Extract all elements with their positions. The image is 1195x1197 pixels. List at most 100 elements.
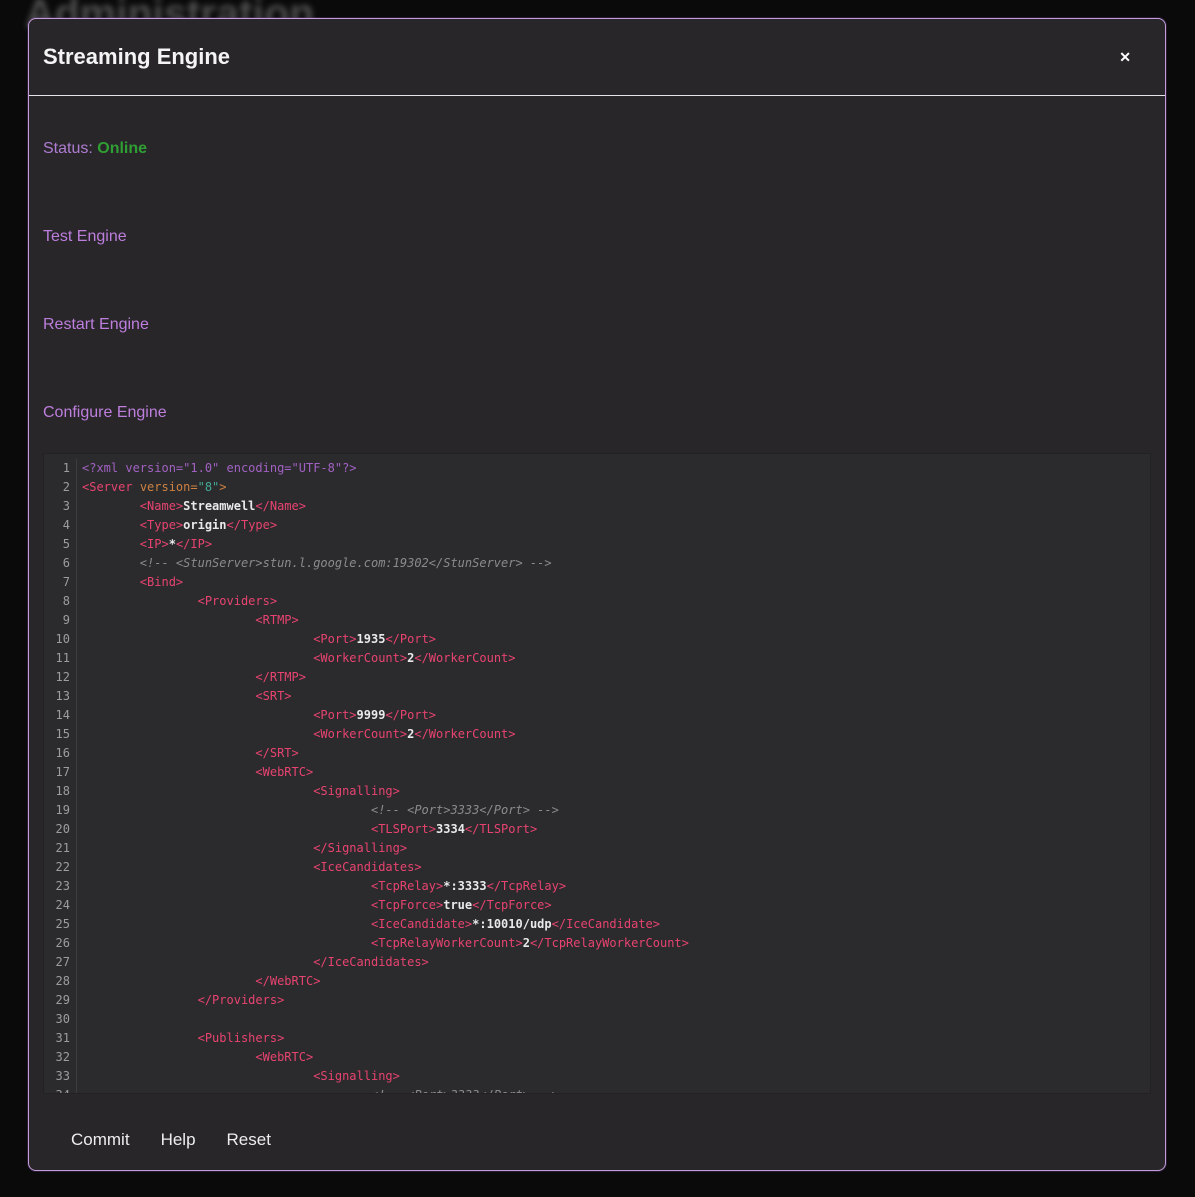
configure-engine-link[interactable]: Configure Engine (43, 403, 167, 422)
code-line[interactable]: 4 <Type>origin</Type> (44, 516, 1150, 535)
line-content[interactable]: <TcpForce>true</TcpForce> (77, 896, 552, 915)
line-number: 23 (44, 877, 77, 896)
line-content[interactable]: </IceCandidates> (77, 953, 429, 972)
line-content[interactable]: <IP>*</IP> (77, 535, 212, 554)
code-line[interactable]: 20 <TLSPort>3334</TLSPort> (44, 820, 1150, 839)
line-content[interactable]: <Type>origin</Type> (77, 516, 277, 535)
line-content[interactable]: <Providers> (77, 592, 277, 611)
code-token: *:3333 (443, 879, 486, 893)
help-button[interactable]: Help (161, 1130, 196, 1149)
code-line[interactable]: 8 <Providers> (44, 592, 1150, 611)
code-line[interactable]: 25 <IceCandidate>*:10010/udp</IceCandida… (44, 915, 1150, 934)
code-line[interactable]: 24 <TcpForce>true</TcpForce> (44, 896, 1150, 915)
line-number: 3 (44, 497, 77, 516)
code-token: </WorkerCount> (414, 651, 515, 665)
code-line[interactable]: 30 (44, 1010, 1150, 1029)
code-token: 1935 (357, 632, 386, 646)
code-line[interactable]: 7 <Bind> (44, 573, 1150, 592)
code-line[interactable]: 11 <WorkerCount>2</WorkerCount> (44, 649, 1150, 668)
line-content[interactable] (77, 1010, 82, 1029)
line-content[interactable]: <TcpRelayWorkerCount>2</TcpRelayWorkerCo… (77, 934, 689, 953)
line-content[interactable]: <IceCandidates> (77, 858, 422, 877)
line-content[interactable]: <Signalling> (77, 782, 400, 801)
code-line[interactable]: 6 <!-- <StunServer>stun.l.google.com:193… (44, 554, 1150, 573)
line-content[interactable]: <WorkerCount>2</WorkerCount> (77, 725, 516, 744)
line-content[interactable]: <!-- <StunServer>stun.l.google.com:19302… (77, 554, 552, 573)
line-content[interactable]: <!-- <Port>3333</Port> --> (77, 801, 559, 820)
code-line[interactable]: 23 <TcpRelay>*:3333</TcpRelay> (44, 877, 1150, 896)
line-content[interactable]: <WorkerCount>2</WorkerCount> (77, 649, 516, 668)
code-line[interactable]: 18 <Signalling> (44, 782, 1150, 801)
line-number: 32 (44, 1048, 77, 1067)
code-line[interactable]: 34 <!-- <Port>3333</Port> --> (44, 1086, 1150, 1094)
line-content[interactable]: <Name>Streamwell</Name> (77, 497, 306, 516)
line-content[interactable]: <Publishers> (77, 1029, 284, 1048)
code-line[interactable]: 31 <Publishers> (44, 1029, 1150, 1048)
line-number: 17 (44, 763, 77, 782)
line-content[interactable]: <!-- <Port>3333</Port> --> (77, 1086, 559, 1094)
line-content[interactable]: <Port>9999</Port> (77, 706, 436, 725)
code-line[interactable]: 15 <WorkerCount>2</WorkerCount> (44, 725, 1150, 744)
line-content[interactable]: </Providers> (77, 991, 284, 1010)
code-line[interactable]: 1<?xml version="1.0" encoding="UTF-8"?> (44, 459, 1150, 478)
code-token: </IceCandidate> (552, 917, 660, 931)
line-content[interactable]: <RTMP> (77, 611, 299, 630)
code-token: <IP> (140, 537, 169, 551)
line-content[interactable]: <Signalling> (77, 1067, 400, 1086)
line-number: 14 (44, 706, 77, 725)
close-button[interactable]: ✕ (1115, 48, 1135, 66)
line-number: 29 (44, 991, 77, 1010)
line-number: 7 (44, 573, 77, 592)
code-line[interactable]: 5 <IP>*</IP> (44, 535, 1150, 554)
line-content[interactable]: <WebRTC> (77, 1048, 313, 1067)
line-content[interactable]: </SRT> (77, 744, 299, 763)
code-line[interactable]: 26 <TcpRelayWorkerCount>2</TcpRelayWorke… (44, 934, 1150, 953)
line-content[interactable]: </WebRTC> (77, 972, 320, 991)
line-content[interactable]: <Server version="8"> (77, 478, 227, 497)
code-line[interactable]: 12 </RTMP> (44, 668, 1150, 687)
status-row: Status: Online (43, 139, 1151, 158)
code-token: <TLSPort> (371, 822, 436, 836)
line-content[interactable]: <Bind> (77, 573, 183, 592)
code-editor[interactable]: 1<?xml version="1.0" encoding="UTF-8"?>2… (43, 453, 1151, 1094)
line-content[interactable]: <IceCandidate>*:10010/udp</IceCandidate> (77, 915, 660, 934)
code-line[interactable]: 3 <Name>Streamwell</Name> (44, 497, 1150, 516)
code-line[interactable]: 2<Server version="8"> (44, 478, 1150, 497)
code-line[interactable]: 9 <RTMP> (44, 611, 1150, 630)
restart-engine-link[interactable]: Restart Engine (43, 315, 149, 334)
code-token: </SRT> (255, 746, 298, 760)
code-token: <WorkerCount> (313, 651, 407, 665)
line-content[interactable]: <SRT> (77, 687, 292, 706)
code-token (133, 480, 140, 494)
reset-button[interactable]: Reset (227, 1130, 271, 1149)
code-token: 2 (523, 936, 530, 950)
line-content[interactable]: </RTMP> (77, 668, 306, 687)
code-line[interactable]: 16 </SRT> (44, 744, 1150, 763)
code-line[interactable]: 29 </Providers> (44, 991, 1150, 1010)
code-line[interactable]: 17 <WebRTC> (44, 763, 1150, 782)
line-content[interactable]: <WebRTC> (77, 763, 313, 782)
code-line[interactable]: 27 </IceCandidates> (44, 953, 1150, 972)
code-line[interactable]: 28 </WebRTC> (44, 972, 1150, 991)
line-number: 4 (44, 516, 77, 535)
code-line[interactable]: 19 <!-- <Port>3333</Port> --> (44, 801, 1150, 820)
code-line[interactable]: 21 </Signalling> (44, 839, 1150, 858)
line-content[interactable]: <Port>1935</Port> (77, 630, 436, 649)
code-line[interactable]: 14 <Port>9999</Port> (44, 706, 1150, 725)
modal-header: Streaming Engine ✕ (29, 19, 1165, 96)
code-line[interactable]: 10 <Port>1935</Port> (44, 630, 1150, 649)
line-content[interactable]: <TLSPort>3334</TLSPort> (77, 820, 537, 839)
line-content[interactable]: <TcpRelay>*:3333</TcpRelay> (77, 877, 566, 896)
line-content[interactable]: <?xml version="1.0" encoding="UTF-8"?> (77, 459, 357, 478)
code-token: <WorkerCount> (313, 727, 407, 741)
code-token: version= (140, 480, 198, 494)
code-line[interactable]: 33 <Signalling> (44, 1067, 1150, 1086)
code-line[interactable]: 13 <SRT> (44, 687, 1150, 706)
code-line[interactable]: 22 <IceCandidates> (44, 858, 1150, 877)
line-number: 5 (44, 535, 77, 554)
commit-button[interactable]: Commit (71, 1130, 130, 1149)
code-token: origin (183, 518, 226, 532)
test-engine-link[interactable]: Test Engine (43, 227, 127, 246)
code-line[interactable]: 32 <WebRTC> (44, 1048, 1150, 1067)
line-content[interactable]: </Signalling> (77, 839, 407, 858)
